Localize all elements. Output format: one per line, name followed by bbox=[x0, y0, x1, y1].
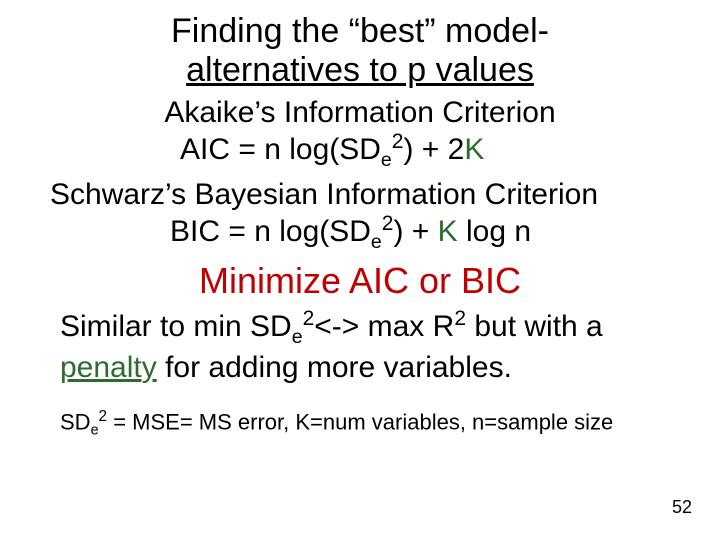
page-number: 52 bbox=[672, 497, 692, 518]
similar-sub: e bbox=[292, 326, 303, 348]
fn-sup: 2 bbox=[99, 408, 108, 425]
title-line2: alternatives to p values bbox=[186, 51, 534, 89]
aic-lhs: AIC = n log(SD bbox=[180, 133, 381, 166]
bic-formula: BIC = n log(SDe2) + K log n bbox=[20, 212, 700, 254]
bic-K: K bbox=[438, 215, 458, 248]
bic-heading: Schwarz’s Bayesian Information Criterion bbox=[50, 178, 700, 212]
title-line1: Finding the “best” model- bbox=[171, 12, 549, 50]
akaike-heading: Akaike’s Information Criterion bbox=[20, 96, 700, 130]
slide-title: Finding the “best” model- alternatives t… bbox=[20, 12, 700, 90]
similar-t2: <-> max R bbox=[314, 310, 454, 343]
aic-mid: ) + 2 bbox=[403, 133, 464, 166]
fn-a: SD bbox=[60, 409, 91, 434]
similar-t1: Similar to min SD bbox=[60, 310, 292, 343]
bic-sub: e bbox=[371, 231, 382, 253]
aic-sub: e bbox=[381, 149, 392, 171]
fn-sub: e bbox=[91, 422, 99, 438]
similar-sup: 2 bbox=[303, 307, 315, 330]
bic-tail: log n bbox=[458, 215, 531, 248]
aic-K: K bbox=[464, 133, 484, 166]
similar-sup2: 2 bbox=[454, 307, 466, 330]
bic-sup: 2 bbox=[382, 212, 394, 235]
minimize-heading: Minimize AIC or BIC bbox=[20, 260, 700, 302]
similar-t4: for adding more variables. bbox=[157, 351, 512, 384]
similar-paragraph: Similar to min SDe2<-> max R2 but with a… bbox=[60, 306, 690, 385]
bic-mid: ) + bbox=[393, 215, 437, 248]
fn-b: = MSE= MS error, K=num variables, n=samp… bbox=[107, 409, 613, 434]
bic-lhs: BIC = n log(SD bbox=[170, 215, 371, 248]
aic-formula: AIC = n log(SDe2) + 2K bbox=[20, 130, 700, 172]
similar-penalty: penalty bbox=[60, 351, 157, 384]
similar-t3: but with a bbox=[466, 310, 603, 343]
footnote: SDe2 = MSE= MS error, K=num variables, n… bbox=[60, 408, 690, 439]
aic-sup: 2 bbox=[392, 130, 404, 153]
slide: Finding the “best” model- alternatives t… bbox=[0, 0, 720, 540]
